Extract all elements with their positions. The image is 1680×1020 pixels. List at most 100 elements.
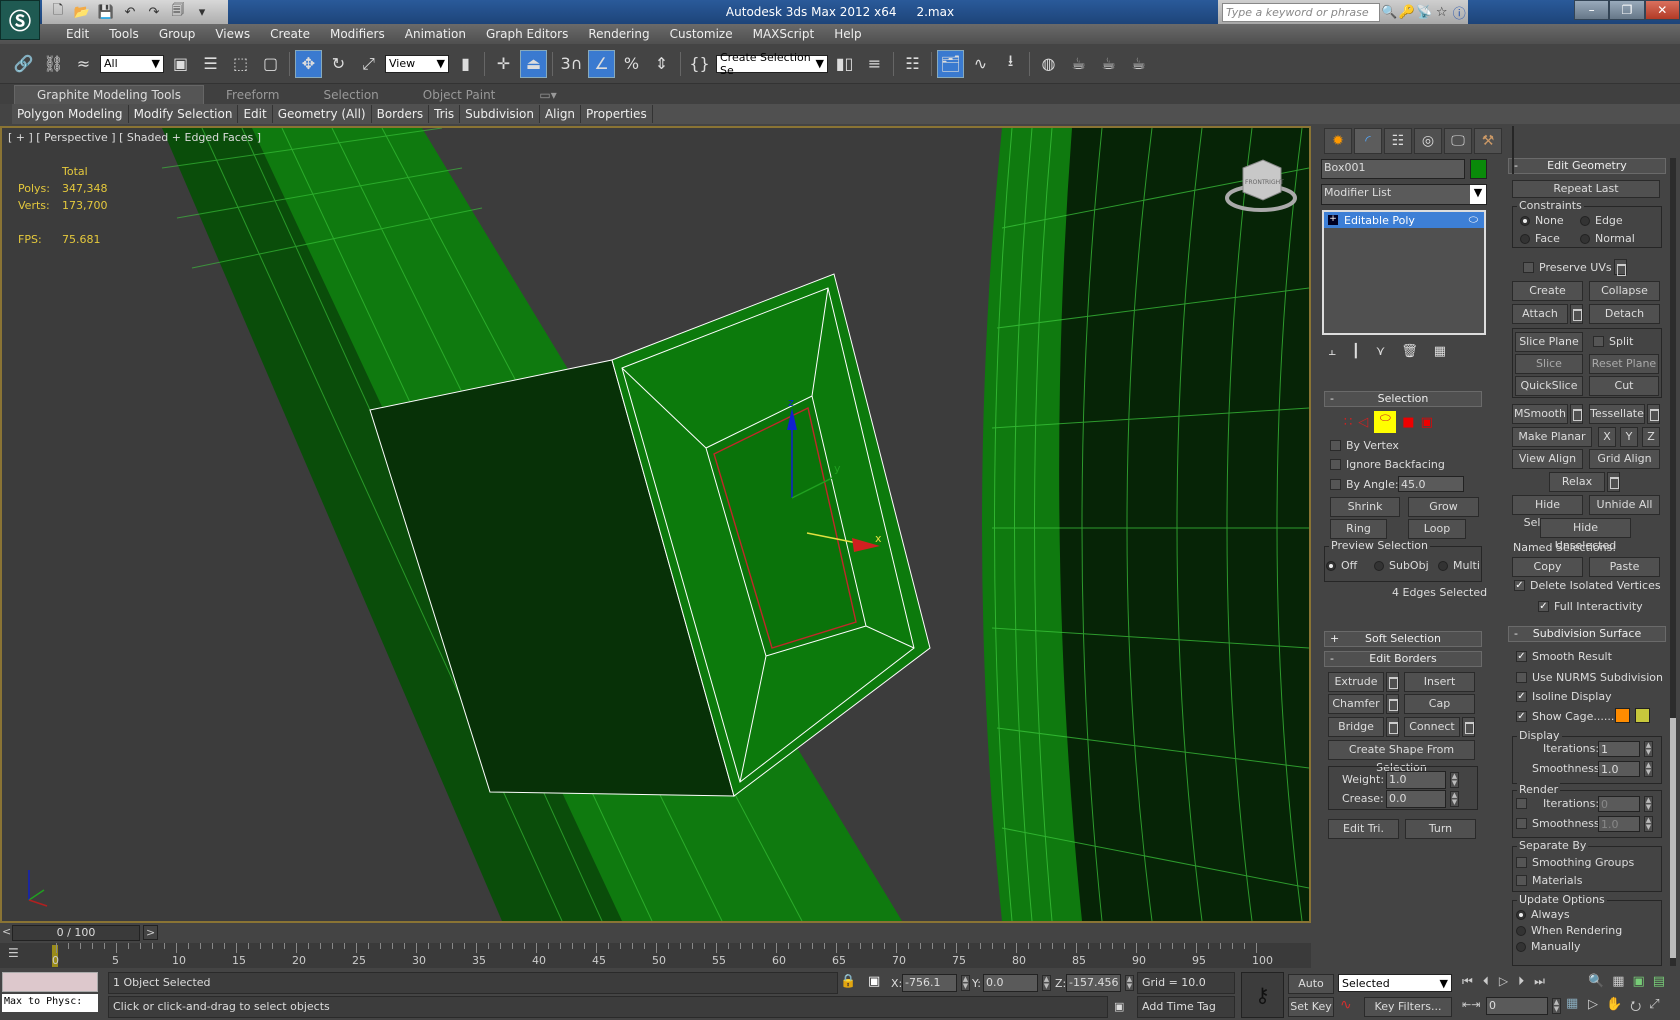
rectangular-selection-icon[interactable]: ⬚ xyxy=(227,50,254,78)
show-end-result-icon[interactable]: ┃ xyxy=(1352,344,1360,359)
utilities-tab-icon[interactable]: ⚒ xyxy=(1474,128,1502,154)
soft-selection-rollout-header[interactable]: + Soft Selection xyxy=(1324,631,1482,647)
select-object-icon[interactable]: ▣ xyxy=(167,50,194,78)
ring-button[interactable]: Ring xyxy=(1330,519,1387,539)
edit-geometry-rollout-header[interactable]: - Edit Geometry xyxy=(1508,158,1666,174)
spinner-snap-icon[interactable]: ⇕ xyxy=(648,50,675,78)
chamfer-button[interactable]: Chamfer xyxy=(1328,694,1384,714)
set-key-button[interactable]: Set Key xyxy=(1288,997,1334,1017)
make-unique-icon[interactable]: ⋎ xyxy=(1376,344,1386,359)
select-and-scale-icon[interactable]: ⤢ xyxy=(355,50,382,78)
polygon-mode-icon[interactable]: ■ xyxy=(1402,415,1414,430)
view-align-button[interactable]: View Align xyxy=(1512,449,1583,469)
materials-checkbox[interactable]: Materials xyxy=(1516,874,1582,887)
edit-tri-button[interactable]: Edit Tri. xyxy=(1328,819,1399,839)
menu-group[interactable]: Group xyxy=(149,27,206,41)
open-mini-curve-editor-icon[interactable]: ☰ xyxy=(8,946,19,960)
menu-graph-editors[interactable]: Graph Editors xyxy=(476,27,578,41)
previous-frame-icon[interactable]: ⏴ xyxy=(1483,974,1489,989)
spinner-arrows-icon[interactable]: ▲ ▼ xyxy=(1644,816,1653,832)
align-icon[interactable]: ≡ xyxy=(861,50,888,78)
panel-subdivision[interactable]: Subdivision xyxy=(460,105,540,123)
hide-unselected-button[interactable]: Hide Unselected xyxy=(1540,518,1631,552)
layer-manager-icon[interactable]: ☷ xyxy=(899,50,926,78)
prev-frame-icon[interactable]: < xyxy=(2,925,11,938)
z-coordinate-field[interactable]: -157.456 xyxy=(1066,974,1121,992)
motion-tab-icon[interactable]: ◎ xyxy=(1414,128,1442,154)
current-frame-field[interactable]: 0 xyxy=(1486,997,1548,1015)
tab-graphite-modeling-tools[interactable]: Graphite Modeling Tools xyxy=(14,85,205,104)
maximize-viewport-icon[interactable]: ⤢ xyxy=(1649,997,1659,1019)
render-production-icon[interactable]: ☕ xyxy=(1125,50,1152,78)
menu-edit[interactable]: Edit xyxy=(56,27,99,41)
menu-animation[interactable]: Animation xyxy=(395,27,476,41)
spinner-arrows-icon[interactable]: ▲ ▼ xyxy=(1042,975,1051,991)
current-frame-spinner[interactable]: 0 ▲ ▼ xyxy=(1486,997,1561,1015)
render-smoothness-checkbox[interactable] xyxy=(1516,818,1527,829)
grow-button[interactable]: Grow xyxy=(1408,497,1479,517)
loop-button[interactable]: Loop xyxy=(1408,519,1466,539)
attach-button[interactable]: Attach xyxy=(1512,304,1568,324)
y-coordinate-spinner[interactable]: 0.0 ▲ ▼ xyxy=(983,974,1051,992)
relax-settings-button[interactable] xyxy=(1607,472,1620,492)
menu-customize[interactable]: Customize xyxy=(660,27,743,41)
display-iterations-spinner[interactable]: 1 ▲ ▼ xyxy=(1598,741,1653,757)
graphite-toggle-icon[interactable]: 🗂 xyxy=(937,49,964,78)
update-always-radio[interactable]: Always xyxy=(1516,908,1570,921)
create-shape-button[interactable]: Create Shape From Selection xyxy=(1328,740,1475,774)
modifier-list-dropdown[interactable]: Modifier List ▼ xyxy=(1321,184,1487,205)
copy-button[interactable]: Copy xyxy=(1512,557,1583,577)
by-angle-checkbox[interactable]: By Angle: xyxy=(1330,478,1399,491)
object-color-swatch[interactable] xyxy=(1470,159,1487,179)
menu-create[interactable]: Create xyxy=(260,27,320,41)
spinner-arrows-icon[interactable]: ▲ ▼ xyxy=(1125,975,1134,991)
close-button[interactable]: ✕ xyxy=(1644,0,1680,20)
help-icon[interactable]: ⓘ xyxy=(1450,3,1468,22)
pivot-center-icon[interactable]: ▮ xyxy=(452,50,479,78)
minimize-button[interactable]: – xyxy=(1574,0,1610,20)
create-tab-icon[interactable]: ✹ xyxy=(1324,128,1352,154)
application-button[interactable]: Ⓢ xyxy=(0,0,40,40)
restore-button[interactable]: ❐ xyxy=(1609,0,1645,20)
zoom-extents-icon[interactable]: ▣ xyxy=(1632,974,1644,989)
bridge-button[interactable]: Bridge xyxy=(1328,717,1384,737)
customize-qat-icon[interactable]: ▾ xyxy=(192,5,212,20)
new-file-icon[interactable]: 🗋 xyxy=(48,1,68,23)
render-iterations-spinner[interactable]: 0 ▲ ▼ xyxy=(1598,796,1653,812)
display-iterations-field[interactable]: 1 xyxy=(1598,741,1640,757)
schematic-view-icon[interactable]: ⭳ xyxy=(997,50,1024,78)
select-and-move-icon[interactable]: ✥ xyxy=(295,49,322,78)
element-mode-icon[interactable]: ▣ xyxy=(1421,415,1433,430)
menu-tools[interactable]: Tools xyxy=(99,27,149,41)
key-filters-button[interactable]: Key Filters... xyxy=(1364,997,1452,1017)
planar-z-button[interactable]: Z xyxy=(1642,427,1660,447)
key-mode-dropdown[interactable]: Selected ▼ xyxy=(1338,974,1452,992)
connect-button[interactable]: Connect xyxy=(1404,717,1460,737)
cut-button[interactable]: Cut xyxy=(1589,376,1659,396)
reference-coordinate-dropdown[interactable]: View ▼ xyxy=(385,54,449,73)
msmooth-button[interactable]: MSmooth xyxy=(1512,404,1568,424)
preserve-uvs-settings-button[interactable] xyxy=(1614,259,1627,276)
panel-properties[interactable]: Properties xyxy=(581,105,653,123)
configure-modifier-sets-icon[interactable]: ▦ xyxy=(1434,344,1446,359)
chamfer-settings-button[interactable] xyxy=(1386,694,1399,714)
extrude-settings-button[interactable] xyxy=(1386,672,1399,692)
object-name-field[interactable]: Box001 xyxy=(1321,159,1465,179)
open-file-icon[interactable]: 📂 xyxy=(72,5,92,20)
render-setup-icon[interactable]: ☕ xyxy=(1065,50,1092,78)
field-of-view-icon[interactable]: ▷ xyxy=(1588,997,1598,1019)
project-folder-icon[interactable]: 🗐 xyxy=(168,1,188,23)
update-manually-radio[interactable]: Manually xyxy=(1516,940,1581,953)
ribbon-options-icon[interactable]: ▭▾ xyxy=(517,86,578,104)
time-configuration-icon[interactable]: ▦ xyxy=(1566,996,1578,1011)
selection-lock-icon[interactable]: 🔒 xyxy=(840,974,856,989)
constraint-edge-radio[interactable]: Edge xyxy=(1580,214,1623,227)
panel-align[interactable]: Align xyxy=(540,105,582,123)
edit-named-selection-icon[interactable]: {} xyxy=(686,50,713,78)
crease-field[interactable]: 0.0 xyxy=(1386,790,1446,808)
crease-spinner[interactable]: 0.0 ▲ ▼ xyxy=(1386,790,1459,808)
bind-to-space-warp-icon[interactable]: ≈ xyxy=(70,50,97,78)
constraint-face-radio[interactable]: Face xyxy=(1520,232,1560,245)
make-planar-button[interactable]: Make Planar xyxy=(1512,427,1592,447)
orbit-icon[interactable]: ⭮ xyxy=(1630,997,1641,1019)
